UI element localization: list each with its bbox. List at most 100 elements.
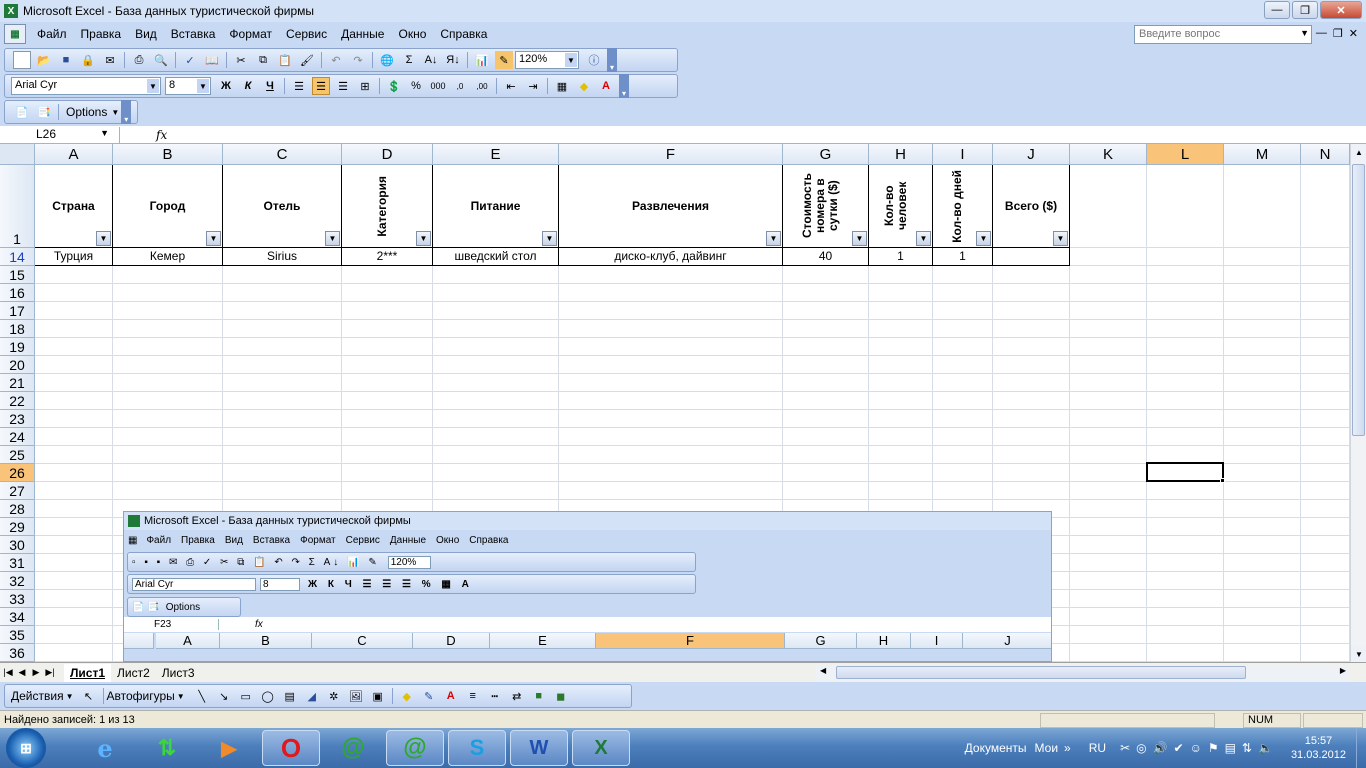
row-header-17[interactable]: 17 <box>0 302 35 320</box>
scroll-right-icon[interactable]: ▶ <box>1340 666 1346 675</box>
column-header-l[interactable]: L <box>1147 144 1224 165</box>
wordart-icon[interactable]: ◢ <box>303 687 321 705</box>
autofilter-dropdown-icon[interactable]: ▼ <box>976 231 991 246</box>
restore-button[interactable]: ❐ <box>1292 1 1318 19</box>
chevron-down-icon[interactable]: ▼ <box>197 79 209 93</box>
align-right-icon[interactable]: ☰ <box>334 77 352 95</box>
italic-button[interactable]: К <box>239 77 257 95</box>
sheet-tab-3[interactable]: Лист3 <box>156 664 201 682</box>
sheet-tab-2[interactable]: Лист2 <box>111 664 156 682</box>
hyperlink-icon[interactable]: 🌐 <box>378 51 396 69</box>
column-header-k[interactable]: K <box>1070 144 1147 165</box>
undo-icon[interactable]: ↶ <box>327 51 345 69</box>
excel-icon[interactable]: X <box>572 730 630 766</box>
menu-window[interactable]: Окно <box>391 27 433 41</box>
chevron-down-icon[interactable]: ▼ <box>66 692 74 701</box>
fill-handle[interactable] <box>1220 478 1225 483</box>
select-objects-icon[interactable]: ↖ <box>80 687 98 705</box>
documents-toolbar[interactable]: Документы <box>965 741 1027 755</box>
help-search-input[interactable]: Введите вопрос ▼ <box>1134 25 1312 44</box>
copy-icon[interactable]: ⧉ <box>254 51 272 69</box>
row-header-24[interactable]: 24 <box>0 428 35 446</box>
ie-icon[interactable]: e <box>76 730 134 766</box>
menu-tools[interactable]: Сервис <box>279 27 334 41</box>
align-center-icon[interactable]: ☰ <box>312 77 330 95</box>
new-icon[interactable] <box>13 51 31 69</box>
data-cell[interactable]: 2*** <box>342 248 433 266</box>
rectangle-icon[interactable]: ▭ <box>237 687 255 705</box>
bold-button[interactable]: Ж <box>217 77 235 95</box>
autofilter-dropdown-icon[interactable]: ▼ <box>206 231 221 246</box>
sort-ascending-icon[interactable]: A↓ <box>422 51 440 69</box>
column-header-j[interactable]: J <box>993 144 1070 165</box>
spelling-icon[interactable]: ✓ <box>181 51 199 69</box>
row-header-30[interactable]: 30 <box>0 536 35 554</box>
thousands-button[interactable]: 000 <box>429 77 447 95</box>
clipart-icon[interactable]: 🖼 <box>347 687 365 705</box>
decrease-decimal-icon[interactable]: ,00 <box>473 77 491 95</box>
drawing-icon[interactable]: ✎ <box>495 51 513 69</box>
line-style-icon[interactable]: ≡ <box>464 687 482 705</box>
formula-input[interactable] <box>173 127 1366 143</box>
row-header-35[interactable]: 35 <box>0 626 35 644</box>
skype-icon[interactable]: S <box>448 730 506 766</box>
data-cell[interactable]: Кемер <box>113 248 223 266</box>
my-toolbar[interactable]: Мои <box>1035 741 1059 755</box>
toolbar-options-icon[interactable]: ▾ <box>607 48 617 72</box>
row-header-31[interactable]: 31 <box>0 554 35 572</box>
workbook-restore-button[interactable]: ❐ <box>1333 27 1343 40</box>
workbook-close-button[interactable]: ✕ <box>1349 27 1358 40</box>
vertical-scrollbar[interactable]: ▲ ▼ <box>1350 144 1366 662</box>
column-header-m[interactable]: M <box>1224 144 1301 165</box>
column-header-d[interactable]: D <box>342 144 433 165</box>
arrow-style-icon[interactable]: ⇄ <box>508 687 526 705</box>
autofilter-dropdown-icon[interactable]: ▼ <box>416 231 431 246</box>
data-cell[interactable]: Sirius <box>223 248 342 266</box>
scroll-down-icon[interactable]: ▼ <box>1351 646 1366 662</box>
scroll-thumb[interactable] <box>1352 164 1365 436</box>
scroll-left-icon[interactable]: ◀ <box>820 666 826 675</box>
oval-icon[interactable]: ◯ <box>259 687 277 705</box>
sheet-tab-1[interactable]: Лист1 <box>64 663 112 682</box>
prev-sheet-icon[interactable]: ◀ <box>16 667 28 678</box>
row-header-25[interactable]: 25 <box>0 446 35 464</box>
arrow-icon[interactable]: ↘ <box>215 687 233 705</box>
last-sheet-icon[interactable]: ▶| <box>44 667 56 678</box>
actions-menu[interactable]: Действия <box>11 689 64 703</box>
language-indicator[interactable]: RU <box>1089 741 1106 755</box>
chevron-down-icon[interactable]: ▼ <box>111 108 119 117</box>
start-button[interactable]: ⊞ <box>6 728 46 768</box>
research-icon[interactable]: 📖 <box>203 51 221 69</box>
tray-icons[interactable]: ✂◎🔊✔☺⚑▤⇅🔈 <box>1120 741 1279 755</box>
menu-format[interactable]: Формат <box>222 27 279 41</box>
row-header-19[interactable]: 19 <box>0 338 35 356</box>
borders-icon[interactable]: ▦ <box>553 77 571 95</box>
row-header-15[interactable]: 15 <box>0 266 35 284</box>
data-cell[interactable]: 1 <box>869 248 933 266</box>
format-painter-icon[interactable]: 🖌 <box>298 51 316 69</box>
currency-icon[interactable]: 💲 <box>385 77 403 95</box>
font-color-icon[interactable]: A <box>597 77 615 95</box>
autosum-icon[interactable]: Σ <box>400 51 418 69</box>
row-header-21[interactable]: 21 <box>0 374 35 392</box>
row-header-34[interactable]: 34 <box>0 608 35 626</box>
percent-button[interactable]: % <box>407 77 425 95</box>
header-cell[interactable]: Развлечения <box>559 165 783 248</box>
sort-descending-icon[interactable]: Я↓ <box>444 51 462 69</box>
chevron-down-icon[interactable]: ▼ <box>1300 28 1309 38</box>
row-header-28[interactable]: 28 <box>0 500 35 518</box>
mail-agent-2-icon[interactable]: @ <box>386 730 444 766</box>
chevron-down-icon[interactable]: ▼ <box>177 692 185 701</box>
row-header-23[interactable]: 23 <box>0 410 35 428</box>
toolbar-options-icon[interactable]: ▾ <box>121 100 132 124</box>
next-sheet-icon[interactable]: ▶ <box>30 667 42 678</box>
opera-icon[interactable]: O <box>262 730 320 766</box>
row-header-27[interactable]: 27 <box>0 482 35 500</box>
fill-color-icon[interactable]: ◆ <box>398 687 416 705</box>
shadow-icon[interactable]: ■ <box>530 687 548 705</box>
column-header-f[interactable]: F <box>559 144 783 165</box>
menu-file[interactable]: Файл <box>30 27 74 41</box>
column-header-e[interactable]: E <box>433 144 559 165</box>
row-header-18[interactable]: 18 <box>0 320 35 338</box>
row-header-36[interactable]: 36 <box>0 644 35 662</box>
